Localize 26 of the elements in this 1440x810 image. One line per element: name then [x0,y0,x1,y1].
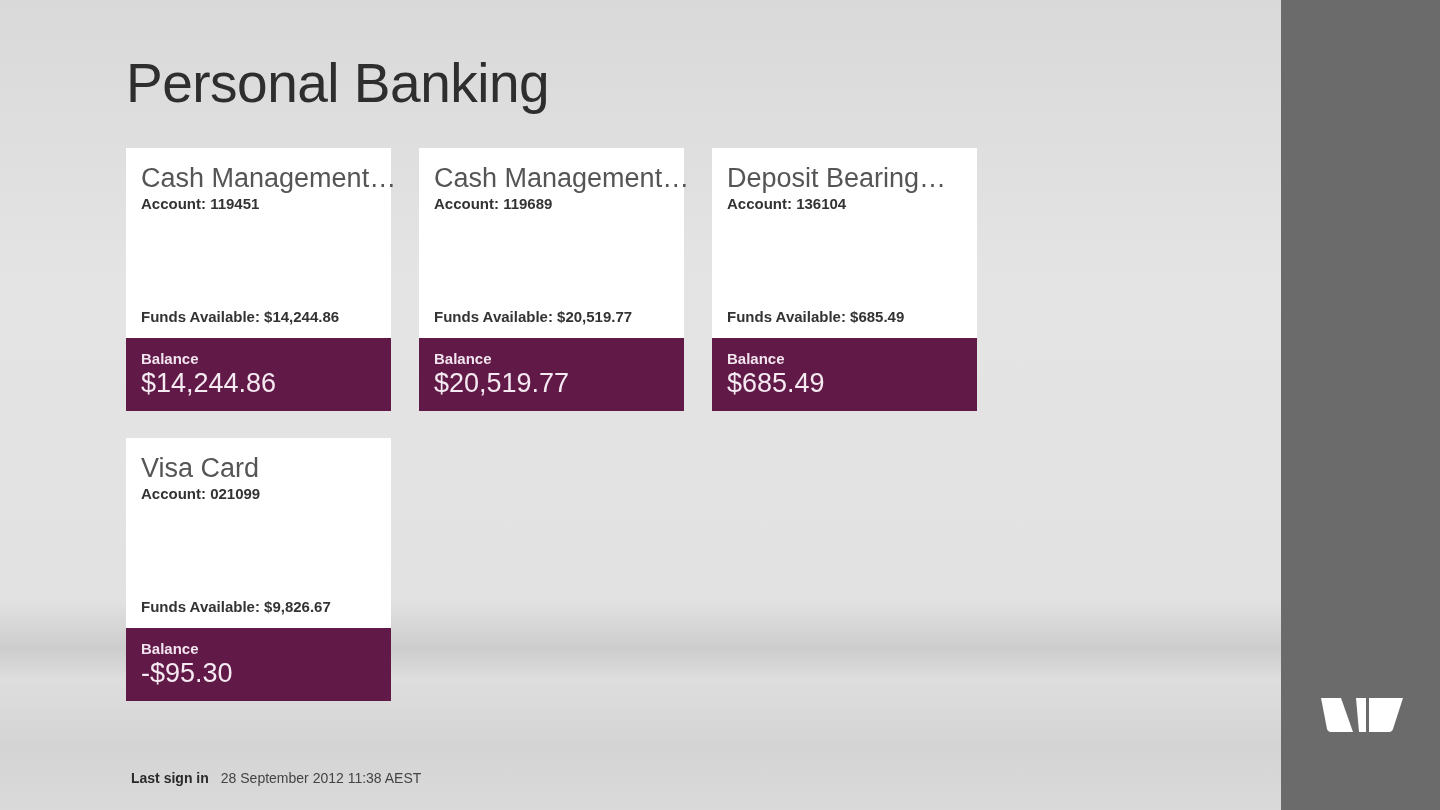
last-sign-in-label: Last sign in [131,770,209,786]
funds-available: Funds Available: $9,826.67 [141,597,331,617]
account-tile[interactable]: Deposit Bearing… Account: 136104 Funds Available: $685.49 Balance $685.49 [712,148,977,411]
account-tile[interactable]: Visa Card Account: 021099 Funds Available: $9,826.67 Balance -$95.30 [126,438,391,701]
account-number: Account: 136104 [727,194,847,214]
account-number: Account: 119451 [141,194,260,214]
last-sign-in-date: 28 September 2012 11:38 AEST [220,770,422,786]
balance-amount: -$95.30 [141,658,233,689]
account-name: Deposit Bearing… [727,162,947,194]
funds-available: Funds Available: $14,244.86 [141,307,340,327]
balance-label: Balance [727,349,785,368]
balance-amount: $20,519.77 [434,368,570,399]
balance-label: Balance [141,349,199,368]
balance-amount: $685.49 [727,368,825,399]
balance-label: Balance [434,349,492,368]
page-title: Personal Banking [126,51,550,116]
account-name: Visa Card [141,452,260,484]
account-tile[interactable]: Cash Management… Account: 119689 Funds Available: $20,519.77 Balance $20,519.77 [419,148,684,411]
logo-icon [1318,698,1403,732]
funds-available: Funds Available: $20,519.77 [434,307,633,327]
balance-amount: $14,244.86 [141,368,277,399]
account-number: Account: 021099 [141,484,261,504]
funds-available: Funds Available: $685.49 [727,307,905,327]
balance-label: Balance [141,639,199,658]
account-number: Account: 119689 [434,194,553,214]
account-tile[interactable]: Cash Management… Account: 119451 Funds Available: $14,244.86 Balance $14,244.86 [126,148,391,411]
